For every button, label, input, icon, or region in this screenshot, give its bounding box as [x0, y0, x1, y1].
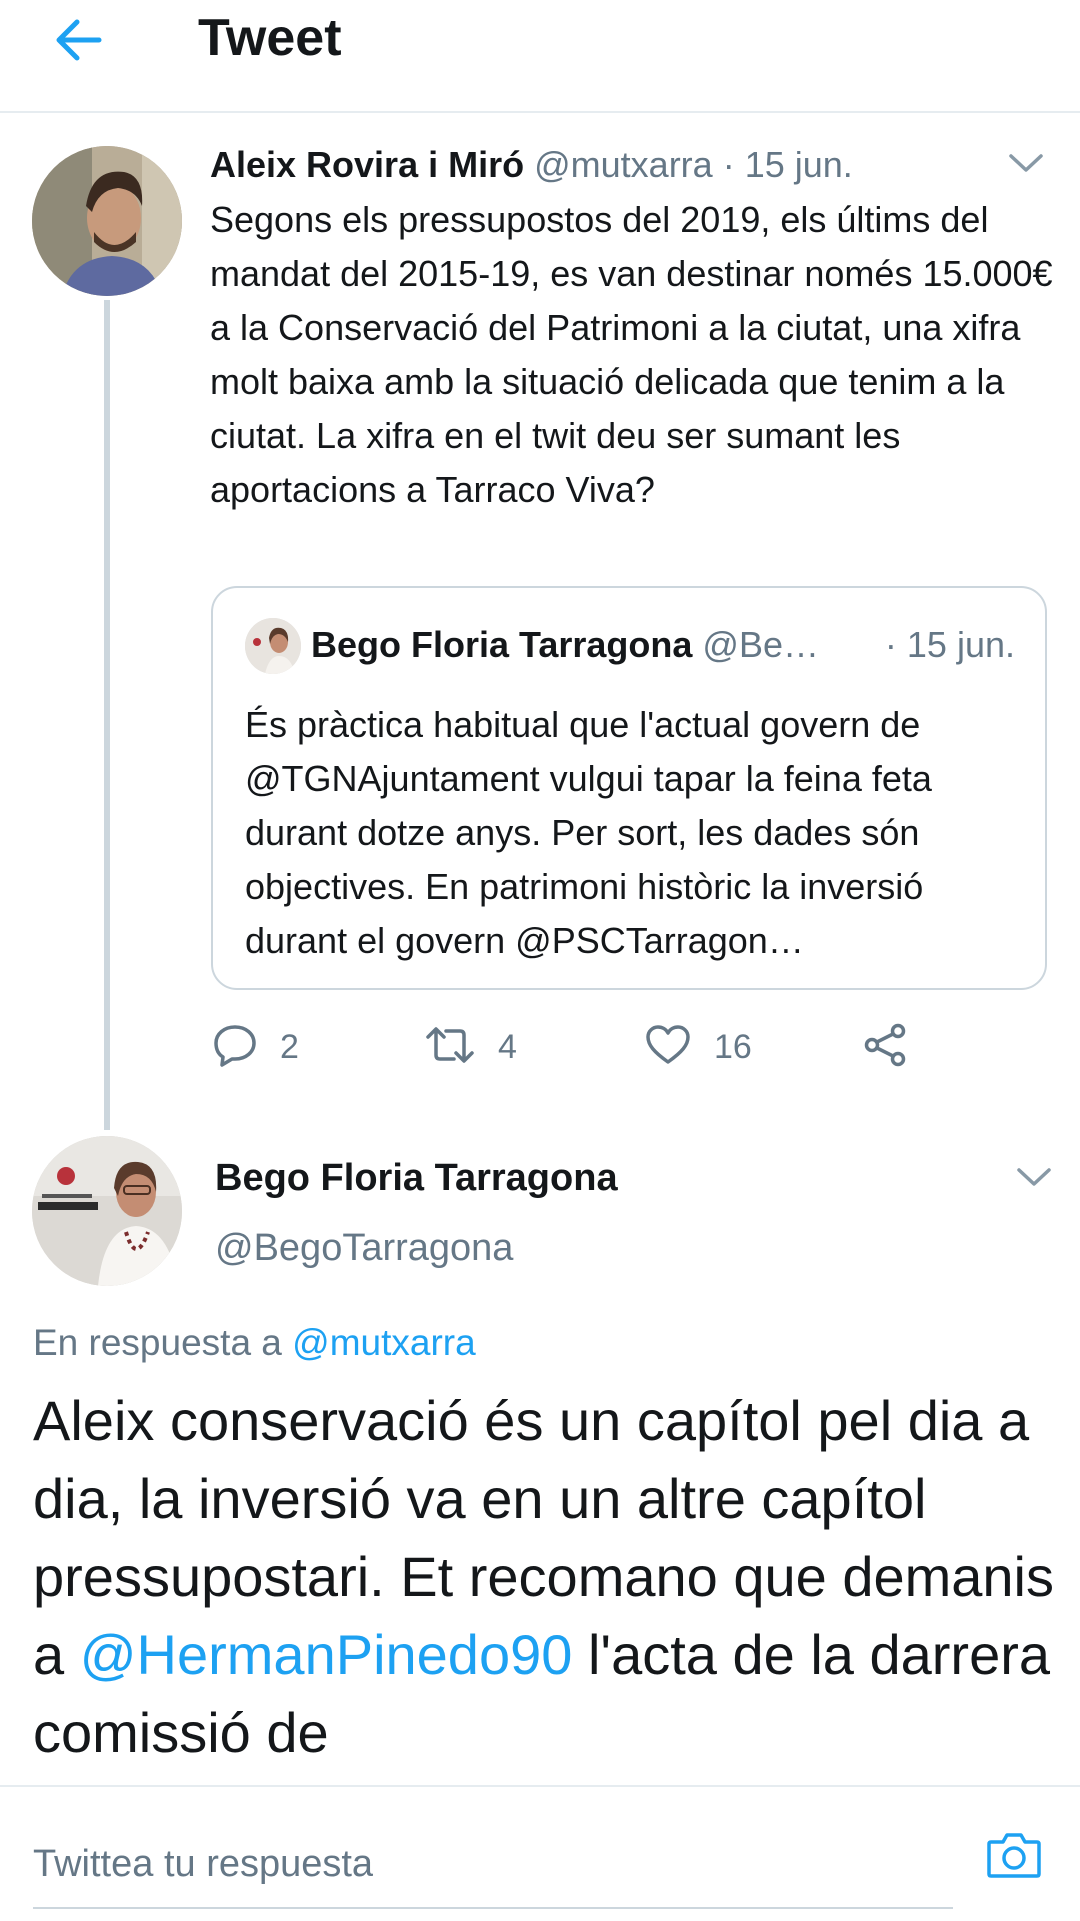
tweet-date[interactable]: 15 jun. — [745, 144, 853, 185]
share-icon — [862, 1023, 908, 1072]
tweet-text: Segons els pressupostos del 2019, els úl… — [210, 199, 1053, 510]
top-bar: Tweet — [0, 0, 1080, 113]
replying-to: En respuesta a @mutxarra — [33, 1316, 476, 1370]
quoted-author-name: Bego Floria Tarragona — [311, 624, 693, 665]
author-name[interactable]: Aleix Rovira i Miró — [210, 144, 524, 185]
compose-reply-bar: Twittea tu respuesta — [0, 1785, 1080, 1921]
reply-author-name[interactable]: Bego Floria Tarragona — [215, 1152, 618, 1204]
author-handle[interactable]: @mutxarra — [534, 144, 713, 185]
retweet-count: 4 — [498, 1027, 517, 1066]
replying-handle-link[interactable]: @mutxarra — [292, 1322, 476, 1363]
reply-button[interactable]: 2 — [212, 1016, 299, 1078]
mention-link[interactable]: @HermanPinedo90 — [80, 1623, 573, 1686]
quoted-tweet-card[interactable]: Bego Floria Tarragona @Be… · 15 jun. És … — [211, 586, 1047, 990]
reply-count: 2 — [280, 1027, 299, 1066]
chevron-down-icon[interactable] — [1014, 1162, 1054, 1192]
page-title: Tweet — [198, 9, 342, 67]
reply-author-handle[interactable]: @BegoTarragona — [215, 1222, 513, 1274]
back-arrow-icon[interactable] — [48, 10, 108, 70]
reply-tweet-text: Aleix conservació és un capítol pel dia … — [33, 1382, 1063, 1768]
retweet-icon — [424, 1025, 476, 1070]
quoted-tweet-text: És pràctica habitual que l'actual govern… — [245, 704, 932, 961]
chevron-down-icon[interactable] — [1006, 148, 1046, 178]
avatar[interactable] — [32, 146, 182, 296]
separator: · — [712, 144, 745, 185]
like-button[interactable]: 16 — [644, 1016, 752, 1078]
camera-icon[interactable] — [984, 1825, 1044, 1885]
share-button[interactable] — [862, 1016, 908, 1078]
quoted-avatar — [245, 618, 301, 674]
reply-icon — [212, 1023, 258, 1072]
quoted-author-handle: @Be… — [702, 624, 819, 665]
avatar[interactable] — [32, 1136, 182, 1286]
reply-input[interactable]: Twittea tu respuesta — [33, 1823, 953, 1909]
retweet-button[interactable]: 4 — [424, 1016, 517, 1078]
heart-icon — [644, 1024, 692, 1071]
thread-connector-line — [104, 300, 110, 1130]
like-count: 16 — [714, 1027, 752, 1066]
replying-prefix: En respuesta a — [33, 1322, 293, 1363]
tweet-header: Aleix Rovira i Miró @mutxarra · 15 jun. — [210, 140, 853, 190]
quoted-tweet-date: · 15 jun. — [884, 624, 1015, 665]
